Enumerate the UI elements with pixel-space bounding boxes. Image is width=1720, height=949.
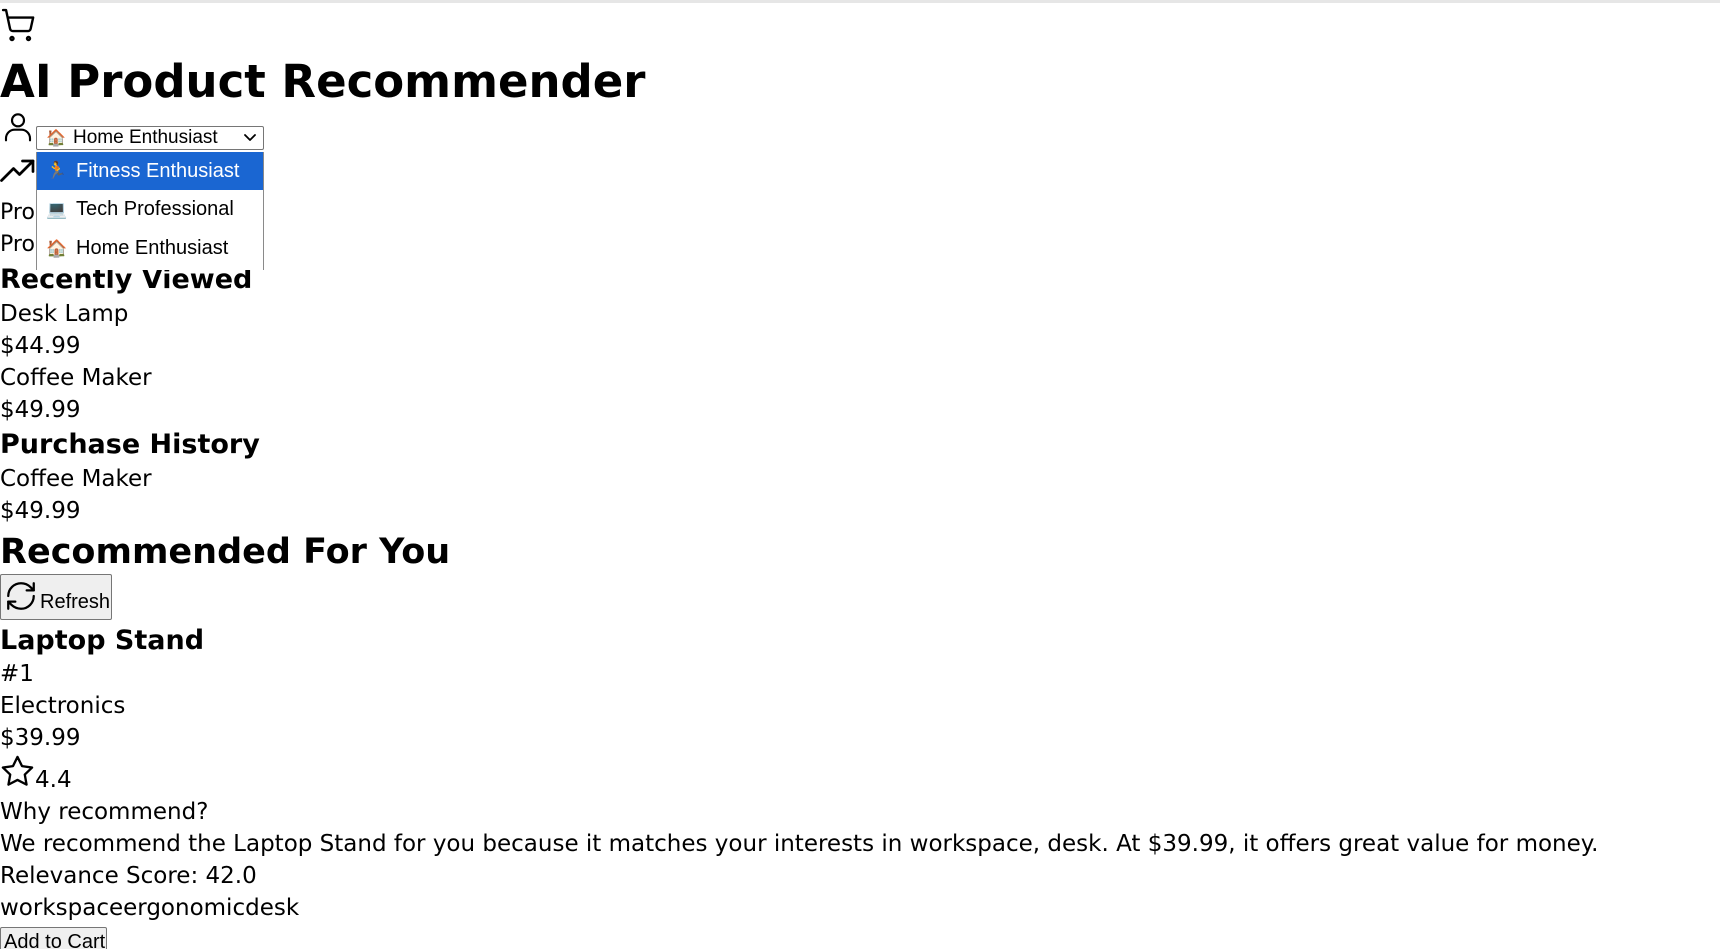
user-icon [4, 113, 32, 142]
dropdown-option-label: Tech Professional [76, 198, 234, 220]
profile-dropdown-list: 🏃 Fitness Enthusiast 💻 Tech Professional… [36, 152, 264, 270]
dropdown-option-fitness[interactable]: 🏃 Fitness Enthusiast [37, 152, 263, 190]
purchase-item-name: Coffee Maker [0, 466, 152, 492]
profile-select[interactable]: 🏠 Home Enthusiast [36, 126, 264, 150]
star-icon [1, 755, 34, 786]
laptop-icon: 💻 [46, 199, 68, 219]
dropdown-option-label: Home Enthusiast [76, 237, 229, 259]
dropdown-option-label: Fitness Enthusiast [76, 159, 240, 182]
top-divider [0, 0, 1720, 3]
trending-up-icon [0, 159, 35, 182]
product-price: $39.99 [0, 725, 81, 751]
runner-icon: 🏃 [46, 161, 68, 180]
purchase-history-heading: Purchase History [0, 429, 260, 460]
page-title: AI Product Recommender [0, 55, 646, 108]
add-to-cart-button[interactable]: Add to Cart [0, 927, 107, 949]
profile-text-2: Pro [0, 232, 35, 257]
recent-item-name: Desk Lamp [0, 301, 129, 327]
dropdown-option-tech[interactable]: 💻 Tech Professional [37, 190, 263, 229]
refresh-icon [7, 582, 35, 610]
page: AI Product Recommender Pro Pro 🏠 Home En… [0, 0, 1720, 949]
chevron-down-icon[interactable] [243, 131, 257, 145]
product-tags: workspaceergonomicdesk [0, 895, 300, 921]
house-icon: 🏠 [46, 130, 66, 147]
shopping-cart-icon [1, 8, 35, 42]
recent-item-price: $49.99 [0, 397, 81, 423]
refresh-label: Refresh [40, 591, 111, 613]
recommended-heading: Recommended For You [0, 532, 451, 572]
product-name: Laptop Stand [0, 625, 205, 656]
refresh-button[interactable]: Refresh [0, 574, 112, 620]
profile-text-1: Pro [0, 200, 35, 225]
house-icon: 🏠 [46, 238, 68, 258]
profile-select-value: Home Enthusiast [73, 127, 218, 148]
relevance-score: Relevance Score: 42.0 [0, 863, 257, 889]
product-category: Electronics [0, 693, 126, 719]
recommendation-explanation: We recommend the Laptop Stand for you be… [0, 831, 1599, 857]
recent-item-name: Coffee Maker [0, 365, 152, 391]
dropdown-option-home[interactable]: 🏠 Home Enthusiast [37, 229, 263, 268]
why-recommend-label: Why recommend? [0, 799, 209, 825]
recent-item-price: $44.99 [0, 333, 81, 359]
purchase-item-price: $49.99 [0, 498, 81, 524]
product-rating: 4.4 [35, 767, 72, 793]
product-rank: #1 [0, 661, 34, 687]
